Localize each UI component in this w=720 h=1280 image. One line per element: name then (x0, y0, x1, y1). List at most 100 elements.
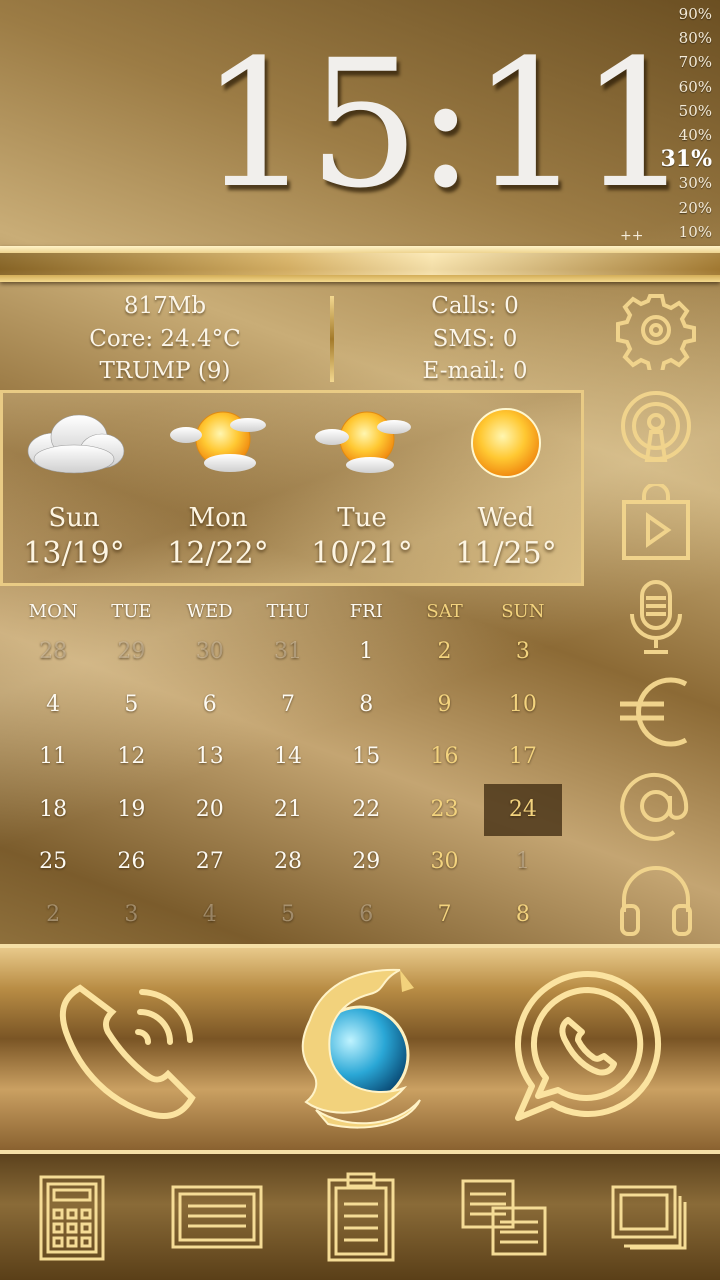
calendar-day[interactable]: 7 (405, 889, 483, 942)
memory-value: 817Mb (123, 293, 207, 319)
forecast-temp: 11/25° (455, 536, 557, 571)
battery-level-label: 90% (678, 5, 712, 23)
weekday-label: SUN (501, 601, 545, 622)
calendar-day[interactable]: 13 (171, 731, 249, 784)
calendar-week-row: 25 26 27 28 29 30 1 (14, 836, 562, 889)
battery-level-label: 40% (678, 125, 712, 144)
calendar-day[interactable]: 5 (249, 889, 327, 942)
calendar-day[interactable]: 1 (327, 626, 405, 679)
calendar-day[interactable]: 2 (14, 889, 92, 942)
month-calendar[interactable]: MON TUE WED THU FRI SAT SUN 28 29 30 31 1 2 3 4 5 6 7 8 9 10… (14, 598, 562, 941)
clipboard-icon[interactable] (326, 1170, 396, 1262)
calendar-weekday-header: MON TUE WED THU FRI SAT SUN (14, 598, 562, 626)
weather-location: TRUMP (9) (99, 358, 231, 384)
forecast-temp: 12/22° (167, 536, 269, 571)
notes-icon[interactable] (170, 1184, 264, 1250)
calendar-day[interactable]: 8 (327, 679, 405, 732)
calendar-day-today[interactable]: 24 (483, 783, 562, 836)
weekday-label: WED (186, 601, 233, 622)
calendar-day[interactable]: 18 (14, 784, 92, 837)
calendar-week-row: 18 19 20 21 22 23 24 (14, 783, 562, 837)
forecast-day: Mon 12/22° (147, 393, 289, 583)
microphone-icon[interactable] (616, 578, 696, 658)
calendar-day[interactable]: 6 (171, 679, 249, 732)
calendar-day[interactable]: 9 (405, 679, 483, 732)
copy-icon[interactable] (460, 1178, 548, 1258)
gold-divider-sheen (0, 253, 720, 275)
calendar-day[interactable]: 15 (327, 731, 405, 784)
forecast-temp: 13/19° (23, 536, 125, 571)
calculator-icon[interactable] (38, 1174, 106, 1262)
clock-time[interactable]: 15:11 (200, 20, 691, 230)
windows-icon[interactable] (610, 1184, 688, 1252)
forecast-day-name: Wed (477, 503, 535, 533)
email-at-icon[interactable] (616, 766, 696, 846)
calendar-day[interactable]: 6 (327, 889, 405, 942)
settings-icon[interactable] (616, 290, 696, 370)
whatsapp-icon[interactable] (508, 968, 668, 1128)
calendar-day[interactable]: 28 (14, 626, 92, 679)
core-temperature: Core: 24.4°C (89, 325, 241, 352)
calendar-day[interactable]: 16 (405, 731, 483, 784)
euro-icon[interactable] (616, 672, 696, 752)
calendar-day[interactable]: 19 (92, 784, 170, 837)
calendar-day[interactable]: 7 (249, 679, 327, 732)
partly-sunny-icon (170, 411, 266, 472)
weekday-label: MON (28, 601, 78, 622)
email-count: E-mail: 0 (422, 358, 528, 384)
calendar-day[interactable]: 27 (171, 836, 249, 889)
system-info[interactable]: 817Mb Core: 24.4°C TRUMP (9) (0, 290, 330, 386)
calendar-day[interactable]: 1 (484, 836, 562, 889)
calendar-week-row: 4 5 6 7 8 9 10 (14, 679, 562, 732)
forecast-day-name: Sun (48, 503, 100, 533)
play-store-icon[interactable] (616, 484, 696, 564)
calendar-day[interactable]: 2 (405, 626, 483, 679)
forecast-day: Tue 10/21° (291, 393, 433, 583)
notification-counts[interactable]: Calls: 0 SMS: 0 E-mail: 0 (345, 290, 605, 386)
info-divider (330, 296, 334, 382)
calendar-day[interactable]: 11 (14, 731, 92, 784)
calendar-day[interactable]: 4 (171, 889, 249, 942)
firefox-icon[interactable] (280, 960, 440, 1135)
calendar-day[interactable]: 17 (484, 731, 562, 784)
calendar-day[interactable]: 8 (484, 889, 562, 942)
calendar-week-row: 28 29 30 31 1 2 3 (14, 626, 562, 679)
calendar-day[interactable]: 14 (249, 731, 327, 784)
calendar-day[interactable]: 5 (92, 679, 170, 732)
battery-level-label: 80% (678, 29, 712, 48)
calendar-week-row: 11 12 13 14 15 16 17 (14, 731, 562, 784)
calendar-day[interactable]: 22 (327, 784, 405, 837)
calendar-day[interactable]: 26 (92, 836, 170, 889)
calendar-week-row: 2345678 (14, 889, 562, 942)
calendar-day[interactable]: 29 (92, 626, 170, 679)
calendar-day[interactable]: 30 (405, 836, 483, 889)
calendar-day[interactable]: 4 (14, 679, 92, 732)
weather-forecast-panel[interactable]: Sun 13/19° Mon 12/22° Tue 10/21° Wed 11/… (0, 390, 584, 586)
battery-level-label: 10% (678, 222, 712, 241)
calendar-day[interactable]: 28 (249, 836, 327, 889)
weekday-label: TUE (111, 601, 152, 622)
calendar-day[interactable]: 12 (92, 731, 170, 784)
calendar-day[interactable]: 25 (14, 836, 92, 889)
calendar-day[interactable]: 23 (405, 784, 483, 837)
calendar-day[interactable]: 3 (92, 889, 170, 942)
battery-scale: 90% 80% 70% 60% 50% 40% 31% 30% 20% 10% … (620, 2, 712, 244)
forecast-day: Sun 13/19° (3, 393, 145, 583)
calendar-day[interactable]: 21 (249, 784, 327, 837)
calendar-day[interactable]: 10 (484, 679, 562, 732)
calendar-day[interactable]: 3 (484, 626, 562, 679)
calendar-day[interactable]: 31 (249, 626, 327, 679)
calendar-day[interactable]: 30 (171, 626, 249, 679)
phone-icon[interactable] (50, 974, 210, 1124)
sms-count: SMS: 0 (432, 325, 518, 352)
headphones-icon[interactable] (616, 860, 696, 940)
battery-level-label: 60% (678, 77, 712, 96)
battery-level-label: 30% (678, 174, 712, 193)
calendar-day[interactable]: 29 (327, 836, 405, 889)
battery-current-level: 31% (660, 146, 712, 173)
weekday-label: THU (266, 601, 310, 622)
weekday-label: SAT (426, 601, 463, 622)
podcast-icon[interactable] (616, 388, 696, 468)
calendar-day[interactable]: 20 (171, 784, 249, 837)
partly-sunny-icon (315, 411, 411, 473)
